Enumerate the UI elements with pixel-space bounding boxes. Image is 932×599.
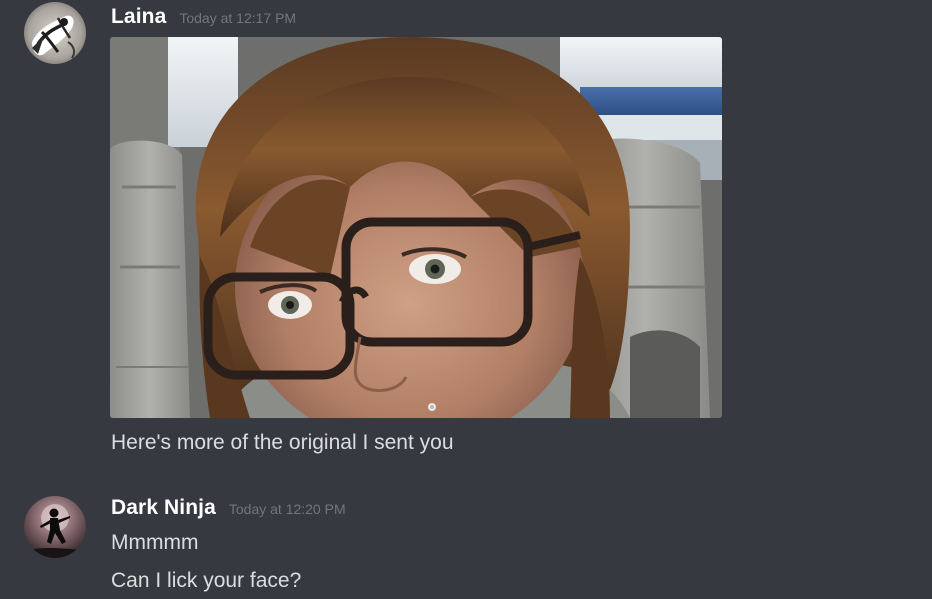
message-text: Mmmmm	[111, 531, 199, 554]
selfie-photo	[110, 37, 722, 418]
message-header: Laina Today at 12:17 PM	[111, 5, 296, 29]
message-text: Can I lick your face?	[111, 569, 302, 592]
ninja-silhouette-avatar-icon	[24, 496, 86, 558]
timestamp: Today at 12:17 PM	[179, 10, 297, 26]
sketch-avatar-icon	[24, 2, 86, 64]
message-header: Dark Ninja Today at 12:20 PM	[111, 496, 346, 520]
timestamp: Today at 12:20 PM	[228, 501, 346, 517]
username[interactable]: Laina	[111, 5, 166, 29]
image-attachment[interactable]	[110, 37, 722, 418]
username[interactable]: Dark Ninja	[111, 496, 216, 520]
user-avatar[interactable]	[24, 496, 86, 558]
user-avatar[interactable]	[24, 2, 86, 64]
message-text: Here's more of the original I sent you	[111, 431, 454, 454]
